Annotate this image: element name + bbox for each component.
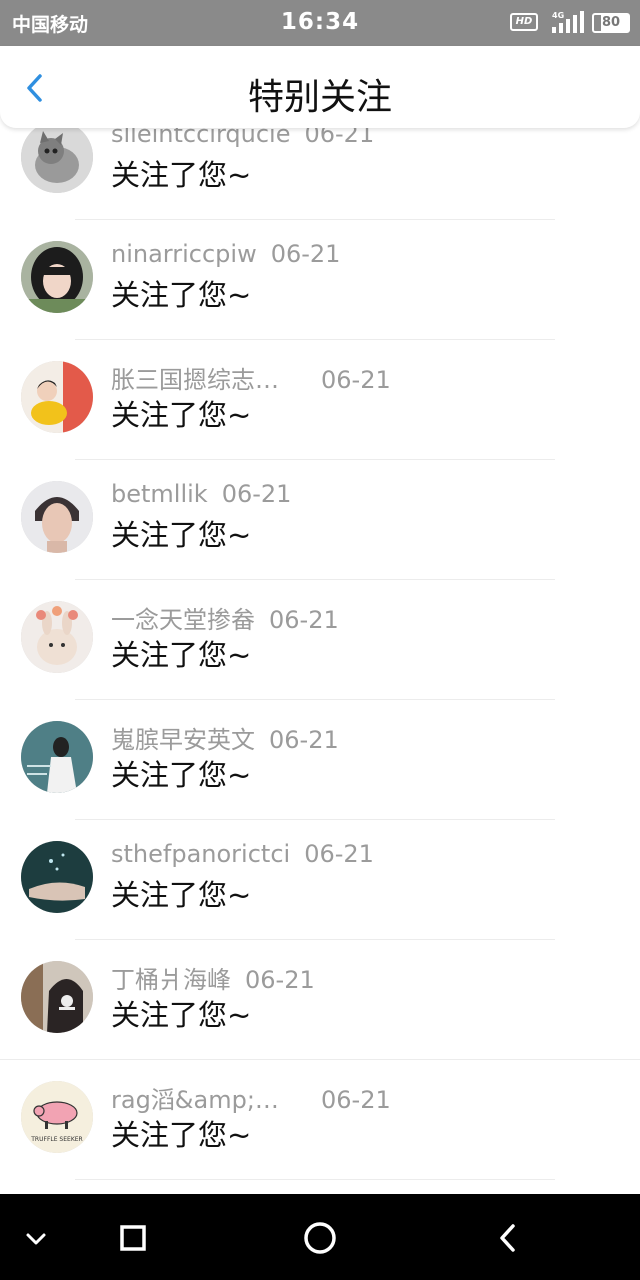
username[interactable]: 一念天堂掺畚 xyxy=(111,600,255,635)
follow-message: 关注了您~ xyxy=(111,998,252,1032)
follow-message: 关注了您~ xyxy=(111,638,252,672)
follow-date: 06-21 xyxy=(221,480,292,508)
network-type-label: 4G xyxy=(552,11,564,20)
home-button[interactable] xyxy=(298,1216,342,1260)
follow-date: 06-21 xyxy=(270,240,341,268)
avatar-man-portrait[interactable] xyxy=(21,481,93,553)
item-header: 嵬膑早安英文 06-21 xyxy=(111,720,339,754)
follow-message: 关注了您~ xyxy=(111,878,252,912)
follow-message: 关注了您~ xyxy=(111,1118,252,1152)
list-item[interactable]: 嵬膑早安英文 06-21 关注了您~ xyxy=(0,700,640,820)
avatar-skull-hood[interactable] xyxy=(21,961,93,1033)
follow-date: 06-21 xyxy=(245,966,315,994)
circle-icon xyxy=(304,1222,336,1254)
username[interactable]: 丁桶爿海峰 xyxy=(111,960,231,995)
battery-percent: 80 xyxy=(601,15,621,30)
nav-header: 特别关注 xyxy=(0,46,640,128)
status-bar: 中国移动 16:34 HD 4G 80 xyxy=(0,0,640,46)
follow-date: 06-21 xyxy=(304,840,374,868)
avatar-caption: TRUFFLE SEEKER xyxy=(30,1136,82,1143)
page-title: 特别关注 xyxy=(247,77,392,118)
username[interactable]: 嵬膑早安英文 xyxy=(111,720,255,755)
follow-date: 06-21 xyxy=(269,726,339,754)
username[interactable]: ninarriccpiw xyxy=(111,240,257,268)
avatar-truffle-pig[interactable]: TRUFFLE SEEKER xyxy=(21,1081,93,1153)
item-header: rag滔&amp;… 06-21 xyxy=(111,1080,391,1114)
avatar-girl-teal[interactable] xyxy=(21,721,93,793)
username[interactable]: betmllik xyxy=(111,480,208,508)
chevron-down-icon xyxy=(26,1233,46,1245)
follow-date: 06-21 xyxy=(269,606,339,634)
recents-button[interactable] xyxy=(111,1216,155,1260)
avatar-hand-water[interactable] xyxy=(21,841,93,913)
item-header: 一念天堂掺畚 06-21 xyxy=(111,600,339,634)
list-item[interactable]: 一念天堂掺畚 06-21 关注了您~ xyxy=(0,580,640,700)
item-header: ninarriccpiw 06-21 xyxy=(111,240,340,274)
item-header: 胀三国摁综志… 06-21 xyxy=(111,360,391,394)
avatar-girl-yellow[interactable] xyxy=(21,361,93,433)
username[interactable]: rag滔&amp;… xyxy=(111,1080,307,1115)
list-item[interactable]: 胀三国摁综志… 06-21 关注了您~ xyxy=(0,340,640,460)
divider xyxy=(75,1179,555,1180)
hide-keyboard-button[interactable] xyxy=(14,1216,58,1260)
list-item[interactable]: TRUFFLE SEEKER rag滔&amp;… 06-21 关注了您~ xyxy=(0,1060,640,1180)
follow-date: 06-21 xyxy=(321,366,391,394)
list-item[interactable]: betmllik 06-21 关注了您~ xyxy=(0,460,640,580)
item-header: betmllik 06-21 xyxy=(111,480,291,514)
avatar-bunny-flowers[interactable] xyxy=(21,601,93,673)
system-navigation-bar xyxy=(0,1194,640,1280)
item-header: 丁桶爿海峰 06-21 xyxy=(111,960,315,994)
follow-message: 关注了您~ xyxy=(111,158,252,192)
hd-icon: HD xyxy=(510,13,538,31)
follow-message: 关注了您~ xyxy=(111,518,252,552)
list-item[interactable]: ninarriccpiw 06-21 关注了您~ xyxy=(0,220,640,340)
follow-list[interactable]: slleintccirqucie 06-21 关注了您~ ninarriccpiw… xyxy=(0,100,640,1194)
username[interactable]: 胀三国摁综志… xyxy=(111,360,307,395)
follow-message: 关注了您~ xyxy=(111,398,252,432)
item-header: sthefpanorictci 06-21 xyxy=(111,840,374,874)
follow-message: 关注了您~ xyxy=(111,758,252,792)
square-icon xyxy=(120,1225,146,1251)
system-back-button[interactable] xyxy=(486,1216,530,1260)
list-item[interactable]: sthefpanorictci 06-21 关注了您~ xyxy=(0,820,640,940)
battery-icon: 80 xyxy=(592,13,630,33)
signal-icon: 4G xyxy=(552,11,584,33)
status-clock: 16:34 xyxy=(280,9,360,35)
follow-message: 关注了您~ xyxy=(111,278,252,312)
username[interactable]: sthefpanorictci xyxy=(111,840,290,868)
follow-date: 06-21 xyxy=(321,1086,391,1114)
chevron-left-icon xyxy=(500,1224,515,1252)
list-item[interactable]: 丁桶爿海峰 06-21 关注了您~ xyxy=(0,940,640,1060)
avatar-cat[interactable] xyxy=(21,121,93,193)
avatar-girl-dark-hair[interactable] xyxy=(21,241,93,313)
